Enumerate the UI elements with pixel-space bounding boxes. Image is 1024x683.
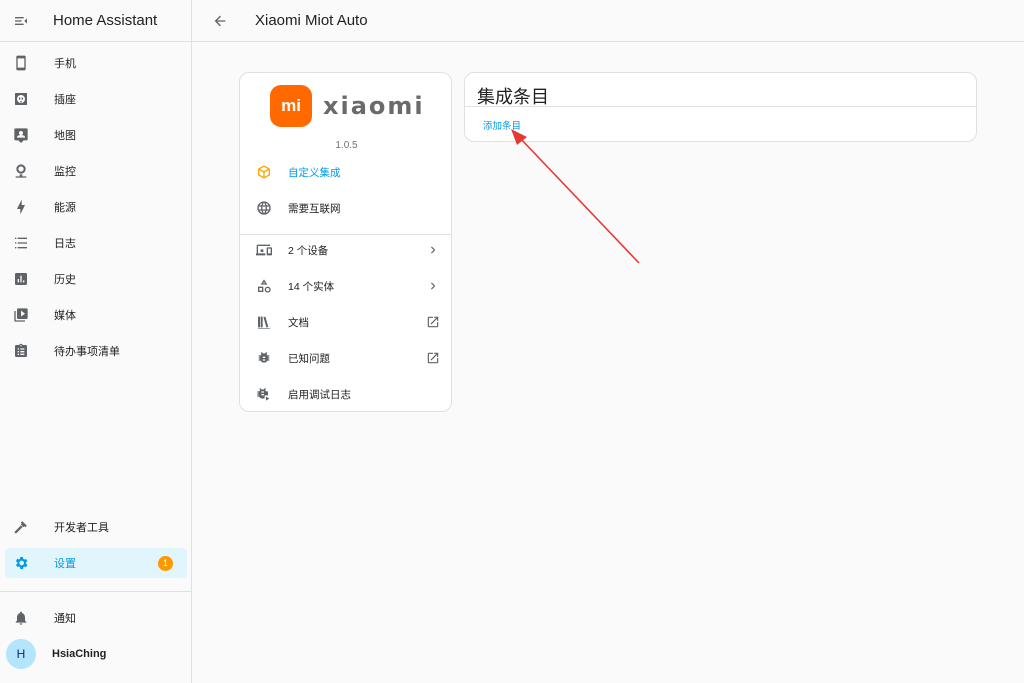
sidebar-item-user[interactable]: H HsiaChing bbox=[5, 639, 187, 669]
requires-internet-label: 需要互联网 bbox=[288, 202, 341, 215]
integration-version: 1.0.5 bbox=[335, 140, 358, 151]
power-socket-icon bbox=[15, 93, 27, 105]
arrow-left-icon bbox=[214, 15, 226, 26]
sidebar-item-label: 设置 bbox=[54, 558, 76, 570]
documentation-row[interactable]: 文档 bbox=[254, 308, 440, 336]
annotation-arrow bbox=[511, 129, 640, 264]
sidebar-item-map[interactable]: 地图 bbox=[5, 120, 187, 150]
sidebar-item-label: 开发者工具 bbox=[54, 522, 109, 534]
lightning-bolt-icon bbox=[17, 199, 25, 215]
sidebar-item-label: 待办事项清单 bbox=[54, 346, 120, 358]
entities-row[interactable]: 14 个实体 bbox=[254, 272, 440, 300]
enable-debug-logging-label: 启用调试日志 bbox=[288, 388, 351, 401]
custom-integration-label: 自定义集成 bbox=[288, 166, 341, 179]
sidebar-item-label: 媒体 bbox=[54, 310, 76, 322]
phone-icon bbox=[16, 55, 26, 71]
devices-icon bbox=[256, 244, 272, 256]
webcam-icon bbox=[15, 164, 27, 178]
list-icon bbox=[15, 237, 27, 249]
play-box-multiple-icon bbox=[14, 308, 28, 322]
back-button[interactable] bbox=[192, 0, 248, 42]
sidebar-item-label: 插座 bbox=[54, 94, 76, 106]
chevron-right-icon bbox=[431, 246, 436, 254]
sidebar-item-developer-tools[interactable]: 开发者工具 bbox=[5, 512, 187, 542]
custom-integration-row: 自定义集成 bbox=[254, 158, 440, 186]
package-icon bbox=[258, 165, 270, 179]
open-in-new-icon bbox=[427, 316, 439, 328]
mi-logo-mark: mi bbox=[270, 85, 312, 127]
hammer-icon bbox=[14, 521, 27, 534]
sidebar-item-label: 手机 bbox=[54, 58, 76, 70]
info-card-divider bbox=[240, 234, 451, 235]
chart-box-icon bbox=[15, 273, 27, 285]
bell-icon bbox=[15, 611, 27, 625]
bug-play-icon bbox=[257, 388, 270, 401]
sidebar-item-label: 通知 bbox=[54, 613, 76, 625]
bug-icon bbox=[258, 352, 270, 363]
gear-icon bbox=[15, 557, 28, 569]
web-icon bbox=[257, 201, 271, 215]
top-bar: Xiaomi Miot Auto bbox=[192, 0, 1024, 42]
requires-internet-row: 需要互联网 bbox=[254, 194, 440, 222]
xiaomi-logo: mi xiaomi bbox=[270, 85, 425, 127]
chevron-right-icon bbox=[431, 282, 436, 290]
devices-label: 2 个设备 bbox=[288, 244, 329, 257]
sidebar-item-label: 能源 bbox=[54, 202, 76, 214]
sidebar-item-label: 历史 bbox=[54, 274, 76, 286]
sidebar-item-label: 地图 bbox=[54, 130, 76, 142]
sidebar-divider bbox=[0, 591, 191, 592]
sidebar-item-notifications[interactable]: 通知 bbox=[5, 603, 187, 633]
xiaomi-wordmark: xiaomi bbox=[323, 92, 425, 120]
page-title: Xiaomi Miot Auto bbox=[255, 12, 368, 29]
sidebar-item-energy[interactable]: 能源 bbox=[5, 192, 187, 222]
sidebar: Home Assistant 手机 插座 地图 监控 能源 日志 历史 媒体 待… bbox=[0, 0, 192, 683]
entities-label: 14 个实体 bbox=[288, 280, 335, 293]
sidebar-item-label: 监控 bbox=[54, 166, 76, 178]
sidebar-item-todo[interactable]: 待办事项清单 bbox=[5, 336, 187, 366]
sidebar-item-media[interactable]: 媒体 bbox=[5, 300, 187, 330]
user-name: HsiaChing bbox=[52, 648, 107, 660]
known-issues-row[interactable]: 已知问题 bbox=[254, 344, 440, 372]
sidebar-toggle-button[interactable] bbox=[0, 0, 42, 42]
sidebar-item-socket[interactable]: 插座 bbox=[5, 84, 187, 114]
integration-info-card: mi xiaomi 1.0.5 自定义集成 需要互联网 2 个设备 14 个实体… bbox=[239, 72, 452, 412]
sidebar-item-settings[interactable]: 设置 1 bbox=[5, 548, 187, 578]
sidebar-item-logbook[interactable]: 日志 bbox=[5, 228, 187, 258]
sidebar-item-phone[interactable]: 手机 bbox=[5, 48, 187, 78]
open-in-new-icon bbox=[427, 352, 439, 364]
settings-badge: 1 bbox=[158, 555, 173, 571]
entries-divider bbox=[465, 106, 976, 107]
sidebar-item-history[interactable]: 历史 bbox=[5, 264, 187, 294]
library-books-icon bbox=[258, 316, 270, 329]
clipboard-list-icon bbox=[15, 343, 27, 357]
menu-open-icon bbox=[15, 16, 27, 25]
avatar: H bbox=[6, 639, 36, 669]
sidebar-item-label: 日志 bbox=[54, 238, 76, 250]
map-icon bbox=[14, 128, 28, 143]
sidebar-header: Home Assistant bbox=[0, 0, 191, 42]
enable-debug-logging-row[interactable]: 启用调试日志 bbox=[254, 380, 440, 408]
known-issues-label: 已知问题 bbox=[288, 352, 330, 365]
sidebar-item-monitor[interactable]: 监控 bbox=[5, 156, 187, 186]
documentation-label: 文档 bbox=[288, 316, 309, 329]
app-title: Home Assistant bbox=[53, 12, 158, 29]
devices-row[interactable]: 2 个设备 bbox=[254, 236, 440, 264]
shape-icon bbox=[258, 279, 271, 293]
